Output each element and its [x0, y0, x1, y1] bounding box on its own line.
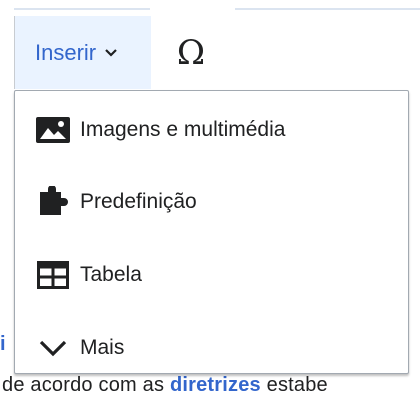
menu-item-more[interactable]: Mais: [15, 312, 408, 384]
top-divider: [14, 8, 150, 10]
special-character-button[interactable]: Ω: [151, 16, 231, 89]
menu-item-label: Tabela: [80, 263, 142, 286]
top-divider: [235, 8, 420, 10]
menu-item-label: Predefinição: [80, 190, 197, 213]
page-text-fragment: i: [0, 333, 6, 355]
insert-dropdown-menu: Imagens e multimédia Predefinição Tabela: [14, 90, 409, 374]
menu-item-images-media[interactable]: Imagens e multimédia: [15, 94, 408, 166]
image-icon: [35, 112, 71, 148]
menu-item-table[interactable]: Tabela: [15, 239, 408, 311]
insert-label: Inserir: [35, 39, 97, 65]
menu-item-label: Imagens e multimédia: [80, 118, 286, 141]
omega-icon: Ω: [176, 32, 206, 73]
table-icon: [35, 257, 71, 293]
menu-item-template[interactable]: Predefinição: [15, 166, 408, 238]
chevron-down-icon: [104, 48, 118, 58]
editor-toolbar: Inserir Ω: [14, 16, 231, 89]
menu-item-label: Mais: [80, 336, 125, 359]
page-top-strip: [0, 0, 420, 12]
insert-menu-button[interactable]: Inserir: [14, 16, 151, 89]
puzzle-icon: [35, 184, 71, 220]
chevron-down-icon: [35, 330, 71, 366]
